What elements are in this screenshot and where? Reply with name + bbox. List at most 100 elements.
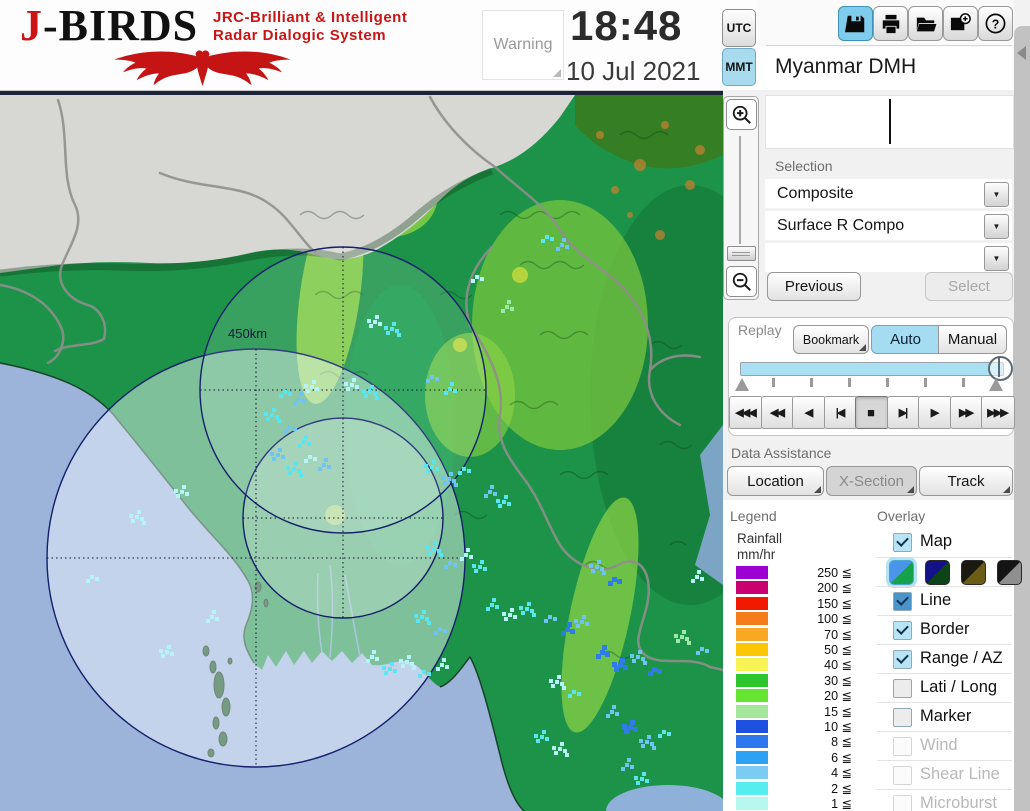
radar-map[interactable]: 450km bbox=[0, 91, 723, 811]
print-icon bbox=[880, 13, 902, 35]
select-button[interactable]: Select bbox=[925, 272, 1013, 301]
checkbox-unchecked[interactable] bbox=[893, 679, 912, 698]
previous-button[interactable]: Previous bbox=[767, 272, 861, 301]
overlay-row-marker[interactable]: Marker bbox=[877, 702, 1012, 732]
manual-button[interactable]: Manual bbox=[938, 325, 1007, 354]
overlay-row-map[interactable]: Map bbox=[877, 528, 1012, 557]
collapse-panel-icon[interactable] bbox=[1017, 46, 1026, 60]
zoom-out-button[interactable] bbox=[726, 266, 757, 297]
map-style-swatch-1[interactable] bbox=[889, 560, 914, 585]
panel-edge-strip[interactable] bbox=[1014, 26, 1030, 811]
rain-echo bbox=[444, 565, 448, 569]
checkbox-unchecked[interactable] bbox=[893, 708, 912, 727]
help-button[interactable]: ? bbox=[978, 6, 1013, 41]
rain-echo bbox=[129, 514, 133, 518]
checkbox-unchecked[interactable] bbox=[893, 737, 912, 756]
rain-echo bbox=[685, 637, 689, 641]
rain-echo bbox=[640, 777, 644, 781]
rain-echo bbox=[131, 519, 135, 523]
map-style-swatch-3[interactable] bbox=[961, 560, 986, 585]
chevron-down-icon[interactable]: ▼ bbox=[984, 214, 1009, 239]
warning-box[interactable]: Warning bbox=[482, 10, 564, 80]
stop-button[interactable]: ■ bbox=[855, 396, 889, 429]
rain-echo bbox=[278, 448, 282, 452]
resize-grip-icon[interactable] bbox=[553, 69, 561, 77]
chevron-down-icon[interactable]: ▼ bbox=[984, 246, 1009, 271]
bookmark-button[interactable]: Bookmark bbox=[793, 325, 869, 354]
checkbox-checked[interactable] bbox=[893, 650, 912, 669]
combo-value: Composite bbox=[765, 185, 853, 203]
rain-echo bbox=[206, 619, 210, 623]
open-file-button[interactable] bbox=[908, 6, 943, 41]
product-combo-2[interactable]: Surface R Compo ▼ bbox=[765, 211, 1012, 240]
rain-echo bbox=[633, 727, 638, 732]
skip-end-button[interactable]: ▶| bbox=[887, 396, 921, 429]
zoom-slider-thumb[interactable] bbox=[727, 246, 756, 261]
rain-echo bbox=[682, 630, 686, 634]
forward-fastest-button[interactable]: ▶▶▶ bbox=[981, 396, 1015, 429]
rain-echo bbox=[554, 751, 558, 755]
save-button[interactable] bbox=[838, 6, 873, 41]
overlay-row-microburst[interactable]: Microburst bbox=[877, 789, 1012, 811]
rain-echo bbox=[504, 495, 508, 499]
legend-swatch bbox=[736, 658, 768, 671]
rain-echo bbox=[492, 598, 496, 602]
track-button[interactable]: Track bbox=[919, 466, 1013, 496]
overlay-row-wind[interactable]: Wind bbox=[877, 731, 1012, 761]
rewind-fastest-button[interactable]: ◀◀◀ bbox=[729, 396, 763, 429]
rain-echo bbox=[536, 739, 540, 743]
overlay-row-border[interactable]: Border bbox=[877, 615, 1012, 645]
slider-start-marker[interactable] bbox=[735, 378, 749, 391]
legend-row: 200 ≦ bbox=[736, 581, 866, 594]
rewind-fast-button[interactable]: ◀◀ bbox=[761, 396, 795, 429]
xsection-button[interactable]: X-Section bbox=[826, 466, 917, 496]
rain-echo bbox=[405, 660, 409, 664]
replay-slider-track[interactable] bbox=[740, 362, 1004, 376]
overlay-row-line[interactable]: Line bbox=[877, 586, 1012, 616]
forward-fast-button[interactable]: ▶▶ bbox=[950, 396, 984, 429]
overlay-row-range-az[interactable]: Range / AZ bbox=[877, 644, 1012, 674]
slider-end-marker[interactable] bbox=[989, 378, 1003, 391]
utc-button[interactable]: UTC bbox=[722, 9, 756, 47]
rain-echo bbox=[142, 521, 146, 525]
rain-echo bbox=[705, 649, 709, 653]
checkbox-unchecked[interactable] bbox=[893, 795, 912, 811]
overlay-row-lati-long[interactable]: Lati / Long bbox=[877, 673, 1012, 703]
rain-echo bbox=[450, 382, 454, 386]
checkbox-unchecked[interactable] bbox=[893, 766, 912, 785]
map-style-swatch-2[interactable] bbox=[925, 560, 950, 585]
location-button[interactable]: Location bbox=[727, 466, 824, 496]
mmt-button[interactable]: MMT bbox=[722, 48, 756, 86]
menu-grip-icon bbox=[1003, 486, 1010, 493]
rain-echo bbox=[370, 385, 374, 389]
checkbox-checked[interactable] bbox=[893, 533, 912, 552]
print-button[interactable] bbox=[873, 6, 908, 41]
rain-echo bbox=[272, 457, 276, 461]
auto-button[interactable]: Auto bbox=[871, 325, 940, 354]
rain-echo bbox=[567, 622, 572, 627]
rain-echo bbox=[185, 492, 189, 496]
add-image-button[interactable] bbox=[943, 6, 978, 41]
zoom-in-button[interactable] bbox=[726, 99, 757, 130]
rain-echo bbox=[642, 772, 646, 776]
product-combo-3[interactable]: ▼ bbox=[765, 243, 1012, 272]
checkbox-checked[interactable] bbox=[893, 592, 912, 611]
selection-label: Selection bbox=[775, 158, 833, 174]
legend-row: 1 ≦ bbox=[736, 797, 866, 810]
product-combo-1[interactable]: Composite ▼ bbox=[765, 179, 1012, 208]
zoom-slider-track[interactable] bbox=[739, 136, 741, 244]
chevron-down-icon[interactable]: ▼ bbox=[984, 182, 1009, 207]
skip-start-button[interactable]: |◀ bbox=[824, 396, 858, 429]
legend-row: 15 ≦ bbox=[736, 705, 866, 718]
rain-echo bbox=[624, 729, 629, 734]
overlay-row-shear-line[interactable]: Shear Line bbox=[877, 760, 1012, 790]
map-style-swatch-4[interactable] bbox=[997, 560, 1022, 585]
rain-echo bbox=[373, 320, 377, 324]
step-back-button[interactable]: ◀ bbox=[792, 396, 826, 429]
legend-row: 40 ≦ bbox=[736, 658, 866, 671]
play-button[interactable]: ▶ bbox=[918, 396, 952, 429]
checkbox-checked[interactable] bbox=[893, 621, 912, 640]
rain-echo bbox=[639, 739, 643, 743]
rain-echo bbox=[545, 235, 549, 239]
rain-echo bbox=[266, 417, 270, 421]
